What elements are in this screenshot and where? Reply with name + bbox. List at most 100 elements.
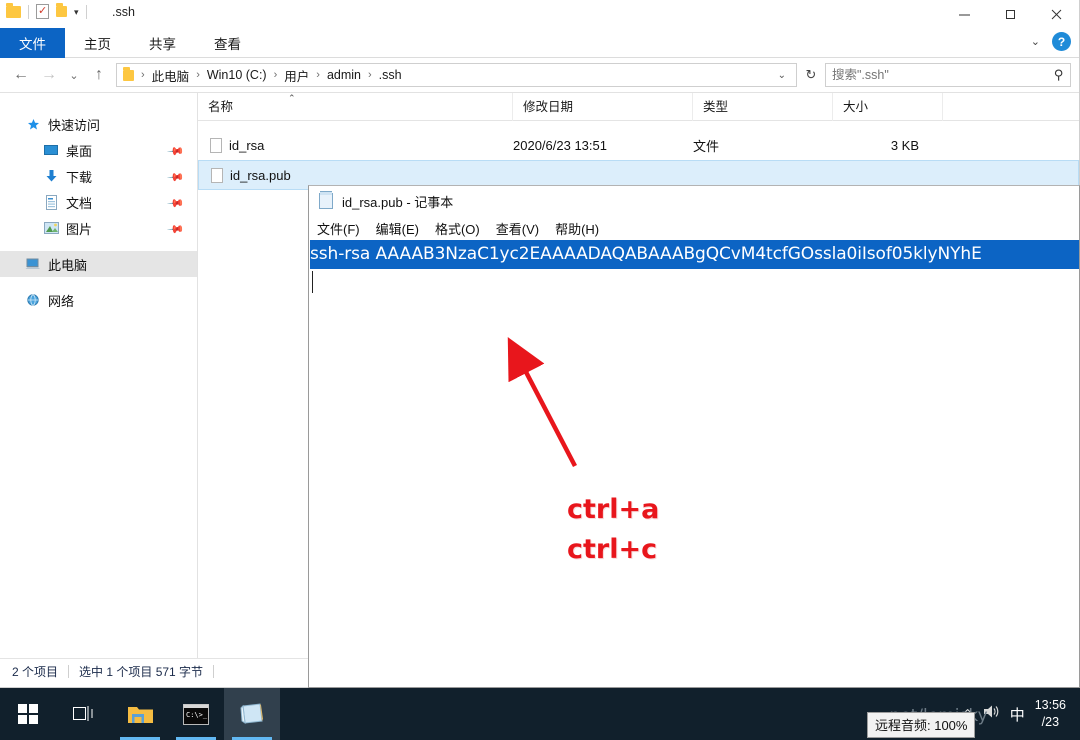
breadcrumb-separator: › xyxy=(141,69,145,81)
tray-tooltip: 远程音频: 100% xyxy=(867,712,976,738)
menu-edit[interactable]: 编辑(E) xyxy=(376,219,419,238)
up-button[interactable]: ↑ xyxy=(86,62,112,88)
file-icon xyxy=(210,137,222,153)
divider xyxy=(85,4,87,19)
table-row[interactable]: id_rsa 2020/6/23 13:51 文件 3 KB xyxy=(198,130,1079,160)
file-icon xyxy=(211,167,223,183)
divider xyxy=(28,4,29,19)
red-arrow-icon xyxy=(507,337,577,468)
pin-icon[interactable]: 📌 xyxy=(167,168,186,187)
notepad-title-bar: id_rsa.pub - 记事本 xyxy=(309,186,1079,216)
selected-key-text: ssh-rsa AAAAB3NzaC1yc2EAAAADAQABAAABgQCv… xyxy=(310,240,1079,269)
start-button[interactable] xyxy=(0,688,56,740)
navigation-pane: 快速访问 桌面 📌 下载 📌 文档 📌 图片 📌 此电脑 网络 xyxy=(0,93,198,658)
column-header-type[interactable]: 类型 xyxy=(693,92,833,121)
sidebar-item-label: 网络 xyxy=(48,293,75,309)
breadcrumb-item-drive[interactable]: Win10 (C:) xyxy=(207,68,267,82)
address-bar[interactable]: › 此电脑 › Win10 (C:) › 用户 › admin › .ssh ⌄ xyxy=(116,63,797,87)
file-date: 2020/6/23 13:51 xyxy=(513,137,607,153)
file-name: id_rsa xyxy=(229,137,265,153)
clock[interactable]: 13:56 /23 xyxy=(1035,697,1072,731)
clock-time: 13:56 xyxy=(1034,698,1066,712)
sidebar-item-desktop[interactable]: 桌面 📌 xyxy=(0,137,197,163)
network-icon xyxy=(24,293,42,307)
file-type: 文件 xyxy=(693,138,720,154)
search-box[interactable]: ⚲ xyxy=(825,63,1071,87)
breadcrumb-item-admin[interactable]: admin xyxy=(327,68,361,82)
customize-caret-icon[interactable]: ▾ xyxy=(74,6,79,18)
clock-date: /23 xyxy=(1041,715,1060,729)
sidebar-item-network[interactable]: 网络 xyxy=(0,287,197,313)
sidebar-item-documents[interactable]: 文档 📌 xyxy=(0,189,197,215)
breadcrumb-item-this-pc[interactable]: 此电脑 xyxy=(152,66,190,85)
tab-file[interactable]: 文件 xyxy=(0,28,65,58)
properties-icon[interactable] xyxy=(36,4,49,19)
recent-locations-button[interactable]: ⌄ xyxy=(64,62,84,88)
file-name: id_rsa.pub xyxy=(230,167,291,183)
task-view-icon xyxy=(73,706,93,721)
breadcrumb-item-ssh[interactable]: .ssh xyxy=(379,68,402,82)
sidebar-item-quick-access[interactable]: 快速访问 xyxy=(0,111,197,137)
help-button[interactable]: ? xyxy=(1052,32,1071,51)
file-name-cell: id_rsa xyxy=(198,137,513,153)
breadcrumb-separator: › xyxy=(273,69,278,81)
taskbar-item-file-explorer[interactable] xyxy=(112,688,168,740)
menu-format[interactable]: 格式(O) xyxy=(435,219,480,238)
sidebar-item-label: 桌面 xyxy=(66,143,93,159)
maximize-button[interactable] xyxy=(987,0,1033,28)
annotation-layer: ctrl+a ctrl+c xyxy=(309,240,1079,680)
annotation-line-2: ctrl+c xyxy=(567,534,658,565)
sidebar-item-downloads[interactable]: 下载 📌 xyxy=(0,163,197,189)
taskbar-item-notepad[interactable] xyxy=(224,688,280,740)
sidebar-item-label: 下载 xyxy=(66,169,93,185)
forward-button[interactable]: → xyxy=(36,62,62,88)
screen: ▾ .ssh 文件 主页 共享 查看 xyxy=(0,0,1080,740)
folder-icon xyxy=(127,707,153,723)
tab-home[interactable]: 主页 xyxy=(65,28,130,58)
notepad-text-area[interactable]: ssh-rsa AAAAB3NzaC1yc2EAAAADAQABAAABgQCv… xyxy=(309,240,1079,680)
annotation-line-1: ctrl+a xyxy=(567,494,660,525)
status-item-count: 2 个项目 xyxy=(12,665,59,679)
menu-view[interactable]: 查看(V) xyxy=(496,219,539,238)
this-pc-icon xyxy=(24,258,42,271)
chevron-down-icon[interactable]: ⌄ xyxy=(1031,35,1040,48)
notepad-icon xyxy=(317,191,334,210)
sidebar-item-label: 图片 xyxy=(66,221,93,237)
new-folder-icon[interactable] xyxy=(56,3,67,17)
breadcrumb-separator: › xyxy=(368,69,372,81)
notepad-menu-bar: 文件(F) 编辑(E) 格式(O) 查看(V) 帮助(H) xyxy=(309,216,1079,240)
refresh-button[interactable]: ↻ xyxy=(799,62,823,88)
sort-indicator-icon: ⌃ xyxy=(288,93,296,103)
breadcrumb-item-users[interactable]: 用户 xyxy=(284,66,309,85)
minimize-button[interactable] xyxy=(941,0,987,28)
tab-view[interactable]: 查看 xyxy=(195,28,260,58)
status-selection-info: 选中 1 个项目 571 字节 xyxy=(79,665,204,679)
column-header-blank[interactable] xyxy=(943,93,1079,121)
address-dropdown-icon[interactable]: ⌄ xyxy=(774,70,790,81)
close-button[interactable] xyxy=(1033,0,1079,28)
pin-icon[interactable]: 📌 xyxy=(167,142,186,161)
breadcrumb-separator: › xyxy=(196,69,200,81)
column-header-size[interactable]: 大小 xyxy=(833,92,943,121)
tab-share[interactable]: 共享 xyxy=(130,28,195,58)
taskbar-item-command-prompt[interactable]: C:\>_ xyxy=(168,688,224,740)
folder-icon[interactable] xyxy=(6,2,21,18)
column-header-date[interactable]: 修改日期 xyxy=(513,92,693,121)
sidebar-item-pictures[interactable]: 图片 📌 xyxy=(0,215,197,241)
back-button[interactable]: ← xyxy=(8,62,34,88)
column-header-name[interactable]: 名称 xyxy=(198,92,513,121)
menu-file[interactable]: 文件(F) xyxy=(317,219,360,238)
quick-access-toolbar: ▾ xyxy=(6,2,87,19)
task-view-button[interactable] xyxy=(56,688,112,740)
window-title: .ssh xyxy=(112,5,135,19)
ime-indicator[interactable]: 中 xyxy=(1010,704,1025,725)
menu-help[interactable]: 帮助(H) xyxy=(555,219,599,238)
search-input[interactable] xyxy=(832,68,1055,82)
window-buttons xyxy=(941,0,1079,28)
ribbon-tab-bar: 文件 主页 共享 查看 ⌄ ? xyxy=(0,28,1079,58)
sidebar-item-this-pc[interactable]: 此电脑 xyxy=(0,251,197,277)
notepad-window: id_rsa.pub - 记事本 文件(F) 编辑(E) 格式(O) 查看(V)… xyxy=(308,185,1080,688)
pin-icon[interactable]: 📌 xyxy=(167,194,186,213)
search-icon[interactable]: ⚲ xyxy=(1054,67,1064,83)
pin-icon[interactable]: 📌 xyxy=(167,220,186,239)
